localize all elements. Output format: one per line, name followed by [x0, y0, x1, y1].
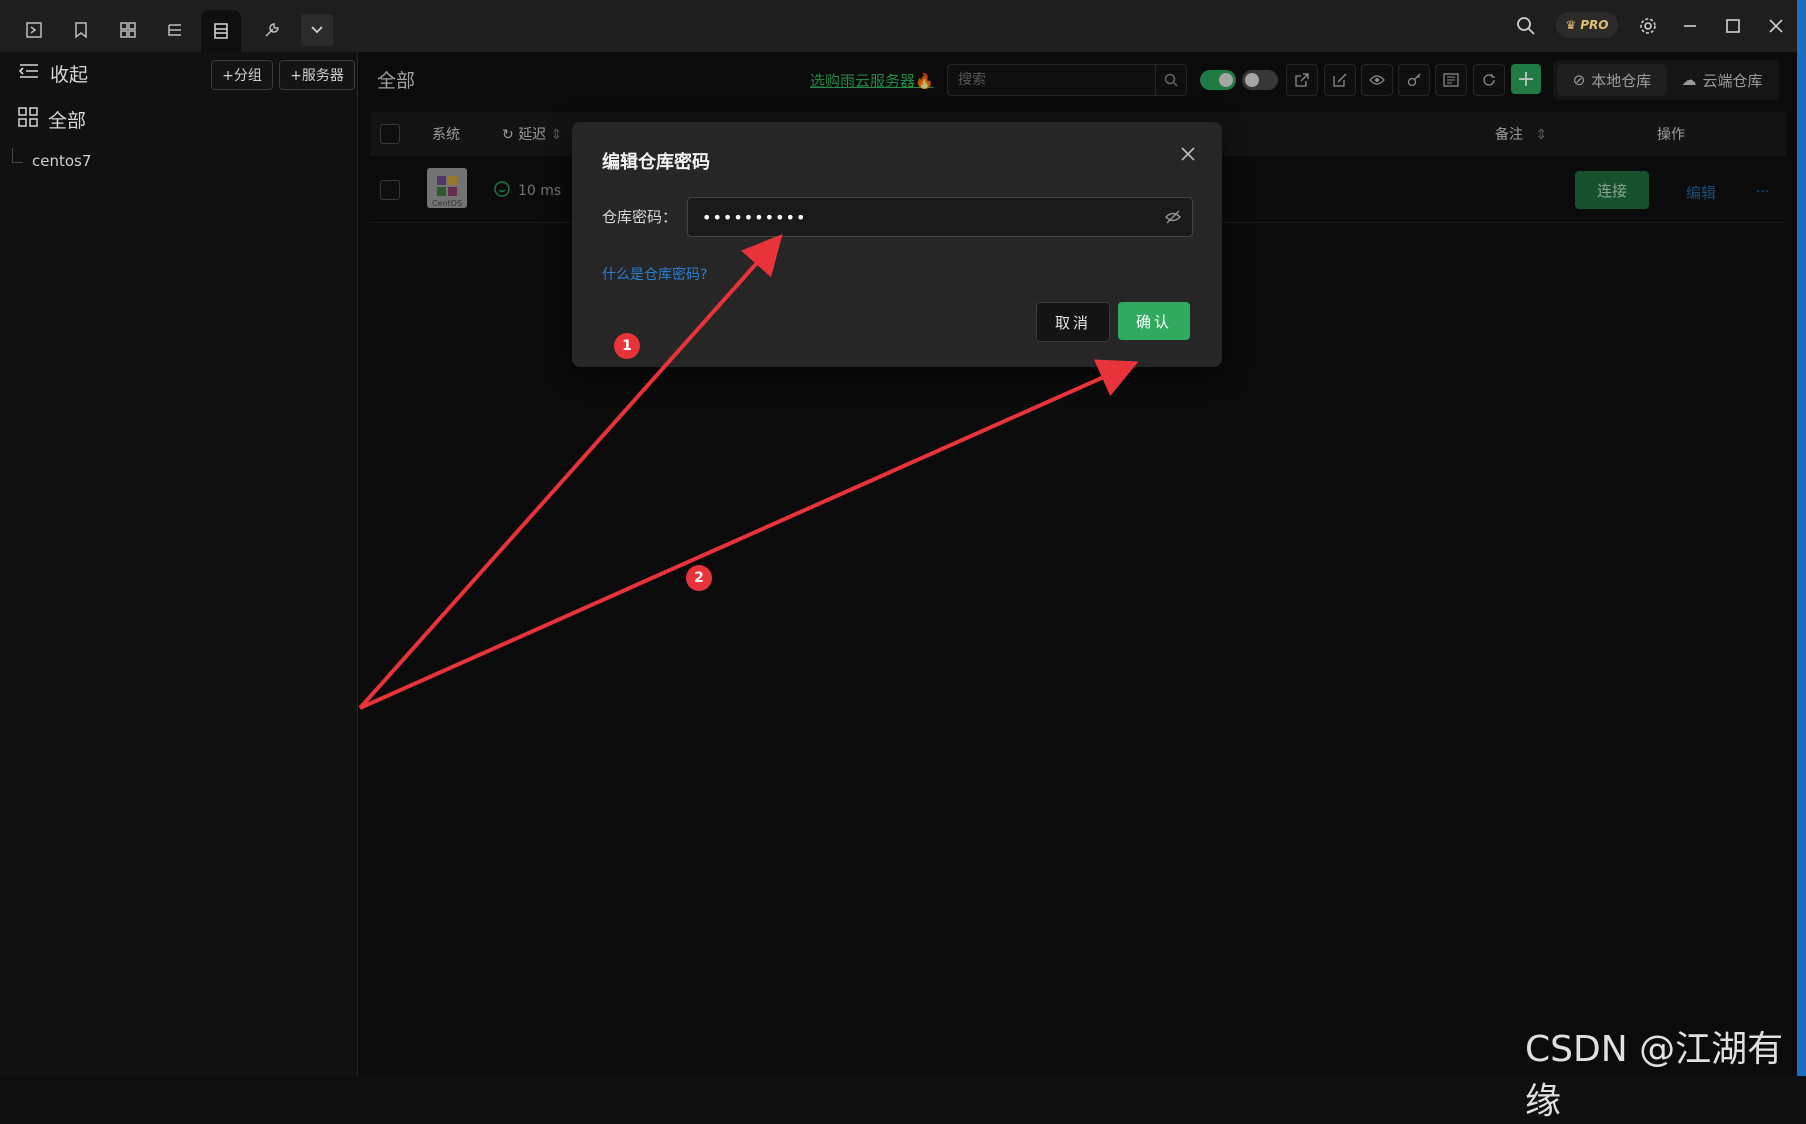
step-badge-1: 1 [614, 333, 640, 359]
dialog-title: 编辑仓库密码 [602, 152, 710, 173]
collapse-label: 收起 [50, 64, 89, 86]
close-icon[interactable] [1176, 142, 1200, 166]
tree-connector [12, 148, 23, 163]
crown-icon: ♛ [1565, 18, 1577, 32]
wrench-icon[interactable] [252, 10, 292, 50]
password-input[interactable] [688, 198, 1176, 236]
top-toolbar: ♛ PRO [0, 0, 1806, 52]
sidebar-item-label: 全部 [48, 110, 87, 132]
gear-icon[interactable] [1634, 12, 1662, 40]
tree-icon[interactable] [155, 10, 195, 50]
bookmark-icon[interactable] [61, 10, 101, 50]
desktop-edge [1797, 0, 1806, 1076]
watermark: CSDN @江湖有缘 [1525, 1029, 1784, 1122]
collapse-icon [18, 62, 40, 85]
tree-item-centos7[interactable]: centos7 [32, 152, 91, 170]
chevron-down-icon[interactable] [301, 14, 333, 46]
close-icon[interactable] [1762, 12, 1790, 40]
sidebar [0, 52, 358, 1076]
password-label: 仓库密码： [602, 208, 678, 226]
edit-repo-password-dialog: 编辑仓库密码 仓库密码： 什么是仓库密码? 取消 确认 [572, 122, 1222, 367]
collapse-toggle[interactable]: 收起 [18, 60, 88, 87]
layout-icon[interactable] [108, 10, 148, 50]
cancel-button[interactable]: 取消 [1036, 302, 1110, 342]
maximize-icon[interactable] [1719, 12, 1747, 40]
add-group-button[interactable]: +分组 [211, 60, 273, 90]
sidebar-item-all[interactable]: 全部 [18, 106, 86, 133]
step-badge-2: 2 [686, 565, 712, 591]
terminal-icon[interactable] [14, 10, 54, 50]
confirm-button[interactable]: 确认 [1118, 302, 1190, 340]
add-server-button[interactable]: +服务器 [279, 60, 355, 90]
pro-label: PRO [1580, 18, 1609, 32]
help-link[interactable]: 什么是仓库密码? [602, 264, 707, 284]
password-field [687, 197, 1193, 237]
minimize-icon[interactable] [1676, 12, 1704, 40]
search-icon[interactable] [1512, 12, 1540, 40]
grid-icon [18, 107, 38, 132]
eye-slash-icon[interactable] [1164, 208, 1182, 226]
server-list-icon[interactable] [201, 10, 241, 52]
pro-badge[interactable]: ♛ PRO [1556, 12, 1618, 38]
